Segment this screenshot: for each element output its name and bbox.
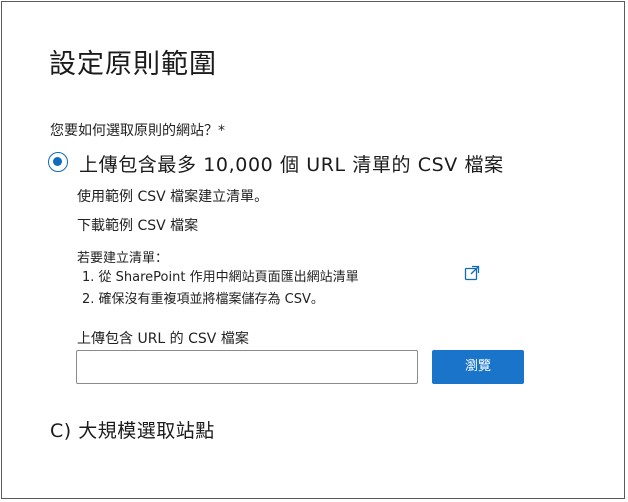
radio-selected-dot (53, 157, 62, 166)
external-link-icon[interactable] (464, 265, 480, 281)
csv-file-input[interactable] (76, 350, 418, 384)
site-selection-question: 您要如何選取原則的網站？* (50, 123, 225, 139)
external-link-icon-graphic (464, 265, 480, 281)
option-bulk-select-label[interactable]: C) 大規模選取站點 (50, 416, 215, 443)
dialog-panel: 設定原則範圍 您要如何選取原則的網站？* 上傳包含最多 10,000 個 URL… (1, 1, 625, 499)
option-upload-csv-label[interactable]: 上傳包含最多 10,000 個 URL 清單的 CSV 檔案 (79, 150, 504, 177)
upload-csv-label: 上傳包含 URL 的 CSV 檔案 (77, 331, 249, 347)
instructions-heading: 若要建立清單： (77, 251, 169, 266)
instruction-step-1: 1. 從 SharePoint 作用中網站頁面匯出網站清單 (82, 270, 359, 285)
radio-upload-csv[interactable] (48, 152, 68, 172)
browse-button[interactable]: 瀏覽 (432, 350, 524, 384)
download-sample-csv-link[interactable]: 下載範例 CSV 檔案 (77, 215, 198, 235)
instruction-step-2: 2. 確保沒有重複項並將檔案儲存為 CSV。 (82, 292, 324, 307)
option-description: 使用範例 CSV 檔案建立清單。 (77, 189, 269, 205)
dialog-title: 設定原則範圍 (49, 49, 217, 80)
